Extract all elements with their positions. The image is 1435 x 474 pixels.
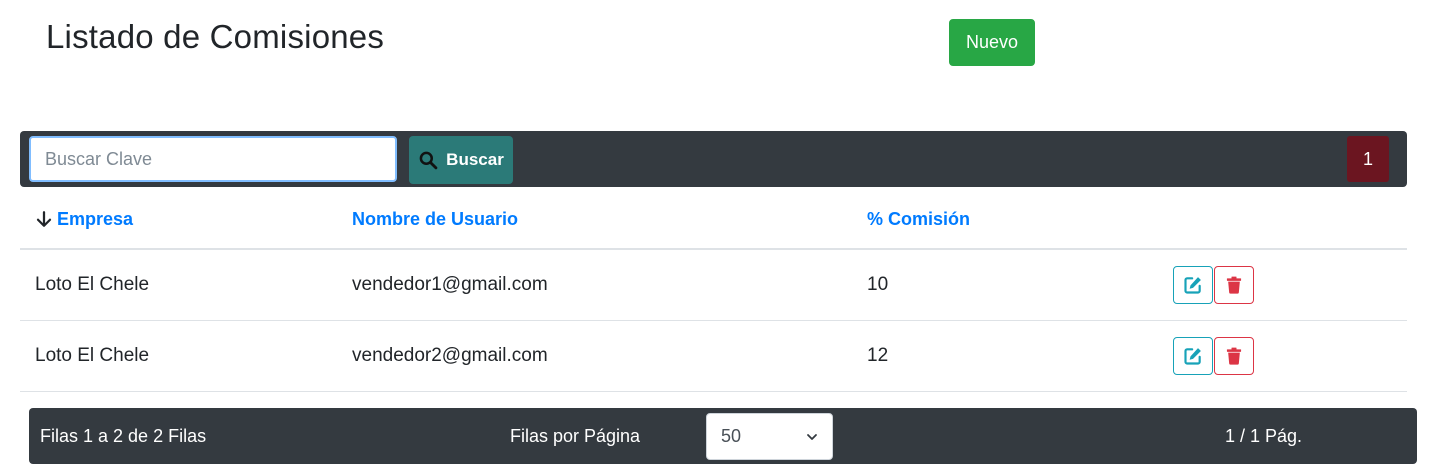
- table-row: Loto El Chele vendedor2@gmail.com 12: [20, 321, 1407, 392]
- commissions-table: Empresa Nombre de Usuario % Comisión Lot…: [20, 190, 1407, 392]
- cell-empresa: Loto El Chele: [35, 345, 150, 366]
- edit-icon: [1184, 277, 1201, 294]
- edit-icon: [1184, 348, 1201, 365]
- edit-button[interactable]: [1173, 266, 1213, 304]
- page-title: Listado de Comisiones: [46, 18, 385, 55]
- column-header-usuario[interactable]: Nombre de Usuario: [352, 190, 518, 248]
- table-row: Loto El Chele vendedor1@gmail.com 10: [20, 250, 1407, 321]
- delete-button[interactable]: [1214, 337, 1254, 375]
- page-info: 1 / 1 Pág.: [1225, 425, 1303, 446]
- column-header-label: Empresa: [57, 208, 134, 229]
- row-actions: [1173, 250, 1254, 320]
- new-button[interactable]: Nuevo: [949, 19, 1035, 66]
- rows-per-page-select[interactable]: 50: [706, 413, 833, 460]
- edit-button[interactable]: [1173, 337, 1213, 375]
- rows-per-page-value: 50: [721, 426, 742, 446]
- column-header-comision[interactable]: % Comisión: [867, 190, 970, 248]
- arrow-down-icon: [36, 211, 52, 227]
- cell-usuario: vendedor1@gmail.com: [352, 274, 548, 295]
- delete-button[interactable]: [1214, 266, 1254, 304]
- cell-comision: 10: [867, 274, 889, 295]
- search-button-label: Buscar: [446, 150, 504, 169]
- search-input[interactable]: [29, 136, 397, 182]
- cell-empresa: Loto El Chele: [35, 274, 150, 295]
- trash-icon: [1226, 276, 1242, 294]
- rows-per-page-label: Filas por Página: [510, 425, 641, 446]
- rows-info: Filas 1 a 2 de 2 Filas: [40, 425, 207, 446]
- column-header-empresa[interactable]: Empresa: [35, 190, 133, 248]
- search-icon: [419, 151, 438, 170]
- row-actions: [1173, 321, 1254, 391]
- cell-comision: 12: [867, 345, 889, 366]
- table-header: Empresa Nombre de Usuario % Comisión: [20, 190, 1407, 250]
- chevron-down-icon: [807, 433, 817, 440]
- cell-usuario: vendedor2@gmail.com: [352, 345, 548, 366]
- search-button[interactable]: Buscar: [409, 136, 513, 184]
- search-toolbar: Buscar 1: [20, 131, 1407, 187]
- page-button[interactable]: 1: [1347, 136, 1389, 182]
- trash-icon: [1226, 347, 1242, 365]
- pagination-bar: Filas 1 a 2 de 2 Filas Filas por Página …: [29, 408, 1417, 464]
